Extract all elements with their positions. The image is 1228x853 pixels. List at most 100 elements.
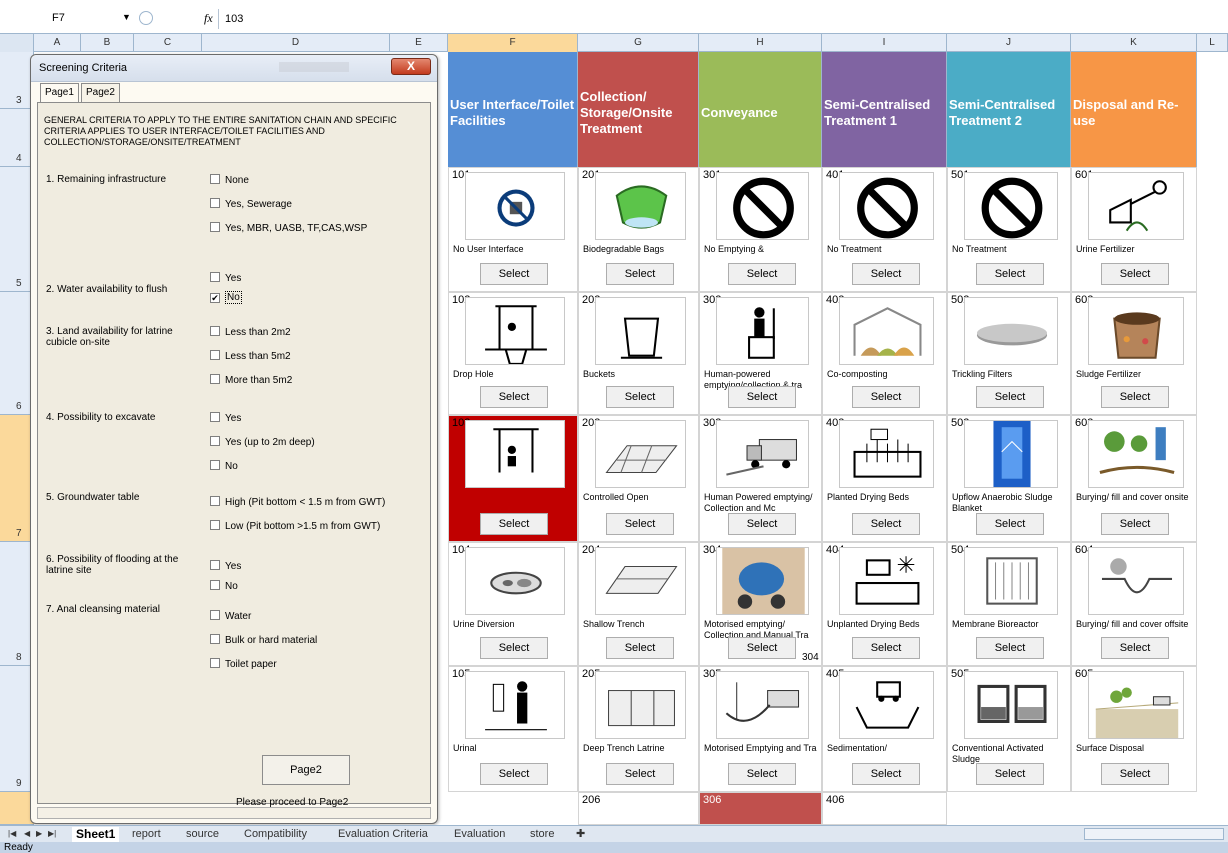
select-button-302[interactable]: Select	[728, 386, 796, 408]
col-header-c[interactable]: C	[134, 34, 202, 52]
col-header-f[interactable]: F	[448, 34, 578, 52]
criterion-5-option-1[interactable]: High (Pit bottom < 1.5 m from GWT)	[210, 496, 385, 508]
checkbox-icon[interactable]	[210, 198, 220, 208]
cancel-circle-icon[interactable]	[139, 11, 153, 25]
col-header-a[interactable]: A	[34, 34, 81, 52]
select-button-105[interactable]: Select	[480, 763, 548, 785]
criterion-1-option-3[interactable]: Yes, MBR, UASB, TF,CAS,WSP	[210, 222, 367, 234]
col-header-i[interactable]: I	[822, 34, 947, 52]
page2-button[interactable]: Page2	[262, 755, 350, 785]
checkbox-checked-icon[interactable]: ✔	[210, 293, 220, 303]
select-button-104[interactable]: Select	[480, 637, 548, 659]
checkbox-icon[interactable]	[210, 374, 220, 384]
select-button-405[interactable]: Select	[852, 763, 920, 785]
horizontal-scrollbar[interactable]	[1084, 828, 1224, 840]
name-box-dropdown-icon[interactable]: ▼	[122, 12, 131, 22]
select-button-404[interactable]: Select	[852, 637, 920, 659]
checkbox-icon[interactable]	[210, 560, 220, 570]
sheet-tab-store[interactable]: store	[526, 827, 558, 842]
col-header-e[interactable]: E	[390, 34, 448, 52]
col-header-g[interactable]: G	[578, 34, 699, 52]
next-sheet-icon[interactable]: ▶	[36, 829, 42, 838]
criterion-1-option-1[interactable]: None	[210, 174, 249, 186]
criterion-3-option-3[interactable]: More than 5m2	[210, 374, 292, 386]
sheet-tab-evaluation-criteria[interactable]: Evaluation Criteria	[334, 827, 432, 842]
select-button-605[interactable]: Select	[1101, 763, 1169, 785]
select-button-601[interactable]: Select	[1101, 263, 1169, 285]
row-header-3[interactable]: 3	[0, 52, 34, 109]
name-box[interactable]: F7	[52, 12, 122, 28]
sheet-tab-report[interactable]: report	[128, 827, 165, 842]
sheet-tab-source[interactable]: source	[182, 827, 223, 842]
tab-page2[interactable]: Page2	[81, 83, 120, 102]
dialog-titlebar[interactable]: Screening Criteria X	[31, 55, 437, 82]
checkbox-icon[interactable]	[210, 412, 220, 422]
select-button-102[interactable]: Select	[480, 386, 548, 408]
row-header-6[interactable]: 6	[0, 292, 34, 415]
criterion-4-option-1[interactable]: Yes	[210, 412, 241, 424]
criterion-2-option-2[interactable]: ✔ No	[210, 291, 242, 304]
criterion-1-option-2[interactable]: Yes, Sewerage	[210, 198, 292, 210]
criterion-3-option-2[interactable]: Less than 5m2	[210, 350, 291, 362]
header-disposal[interactable]: Disposal and Re-use	[1071, 52, 1197, 167]
checkbox-icon[interactable]	[210, 350, 220, 360]
select-button-401[interactable]: Select	[852, 263, 920, 285]
header-user-interface[interactable]: User Interface/Toilet Facilities	[448, 52, 578, 167]
select-button-603[interactable]: Select	[1101, 513, 1169, 535]
criterion-6-option-1[interactable]: Yes	[210, 560, 241, 572]
row-header-7[interactable]: 7	[0, 415, 34, 542]
row-header-8[interactable]: 8	[0, 542, 34, 666]
col-header-k[interactable]: K	[1071, 34, 1197, 52]
sheet-tab-compatibility[interactable]: Compatibility	[240, 827, 311, 842]
select-button-205[interactable]: Select	[606, 763, 674, 785]
checkbox-icon[interactable]	[210, 174, 220, 184]
prev-sheet-icon[interactable]: ◀	[24, 829, 30, 838]
select-button-602[interactable]: Select	[1101, 386, 1169, 408]
header-semi-centralised-1[interactable]: Semi-Centralised Treatment 1	[822, 52, 947, 167]
new-sheet-icon[interactable]: ✚	[572, 827, 589, 842]
col-header-d[interactable]: D	[202, 34, 390, 52]
checkbox-icon[interactable]	[210, 634, 220, 644]
checkbox-icon[interactable]	[210, 460, 220, 470]
select-button-301[interactable]: Select	[728, 263, 796, 285]
criterion-7-option-3[interactable]: Toilet paper	[210, 658, 277, 670]
checkbox-icon[interactable]	[210, 520, 220, 530]
col-header-h[interactable]: H	[699, 34, 822, 52]
tab-page1[interactable]: Page1	[40, 83, 79, 104]
checkbox-icon[interactable]	[210, 658, 220, 668]
select-button-201[interactable]: Select	[606, 263, 674, 285]
select-button-202[interactable]: Select	[606, 386, 674, 408]
criterion-4-option-2[interactable]: Yes (up to 2m deep)	[210, 436, 315, 448]
col-header-b[interactable]: B	[81, 34, 134, 52]
select-button-502[interactable]: Select	[976, 386, 1044, 408]
checkbox-icon[interactable]	[210, 436, 220, 446]
formula-input[interactable]: 103	[218, 9, 1218, 29]
select-button-101[interactable]: Select	[480, 263, 548, 285]
select-button-305[interactable]: Select	[728, 763, 796, 785]
row-header-4[interactable]: 4	[0, 109, 34, 167]
close-icon[interactable]: X	[391, 58, 431, 75]
row-header-5[interactable]: 5	[0, 167, 34, 292]
select-button-204[interactable]: Select	[606, 637, 674, 659]
checkbox-icon[interactable]	[210, 272, 220, 282]
select-button-403[interactable]: Select	[852, 513, 920, 535]
header-conveyance[interactable]: Conveyance	[699, 52, 822, 167]
checkbox-icon[interactable]	[210, 496, 220, 506]
criterion-7-option-1[interactable]: Water	[210, 610, 251, 622]
select-button-203[interactable]: Select	[606, 513, 674, 535]
row-header-9[interactable]: 9	[0, 666, 34, 792]
criterion-6-option-2[interactable]: No	[210, 580, 238, 592]
col-header-l[interactable]: L	[1197, 34, 1228, 52]
criterion-5-option-2[interactable]: Low (Pit bottom >1.5 m from GWT)	[210, 520, 380, 532]
first-sheet-icon[interactable]: |◀	[8, 829, 16, 838]
checkbox-icon[interactable]	[210, 610, 220, 620]
select-button-604[interactable]: Select	[1101, 637, 1169, 659]
select-button-503[interactable]: Select	[976, 513, 1044, 535]
select-button-505[interactable]: Select	[976, 763, 1044, 785]
checkbox-icon[interactable]	[210, 326, 220, 336]
dialog-scrollbar[interactable]	[37, 807, 431, 819]
checkbox-icon[interactable]	[210, 580, 220, 590]
select-button-103[interactable]: Select	[480, 513, 548, 535]
row-header-10[interactable]	[0, 792, 34, 825]
criterion-2-option-1[interactable]: Yes	[210, 272, 241, 284]
